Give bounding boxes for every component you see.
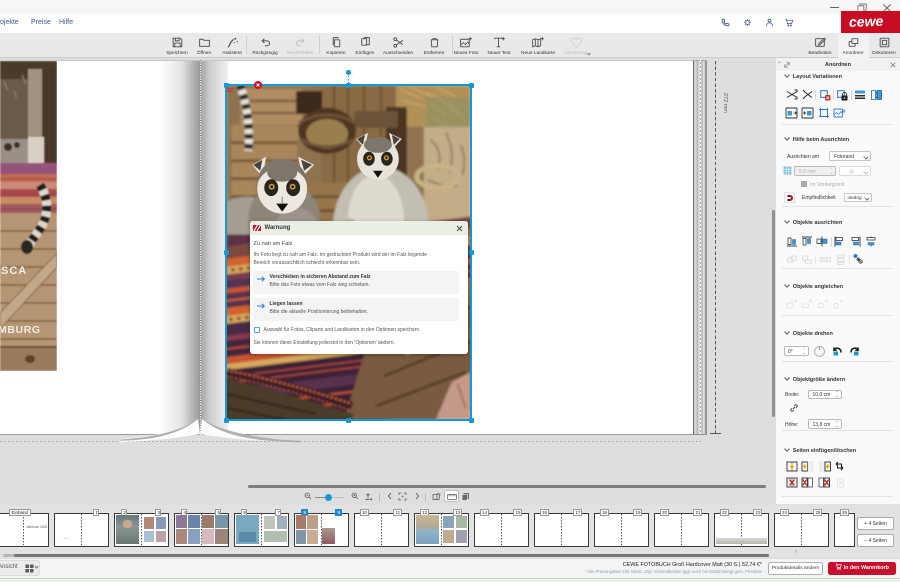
svg-text:SCA: SCA [1,265,27,277]
svg-text:MBURG: MBURG [0,324,41,336]
